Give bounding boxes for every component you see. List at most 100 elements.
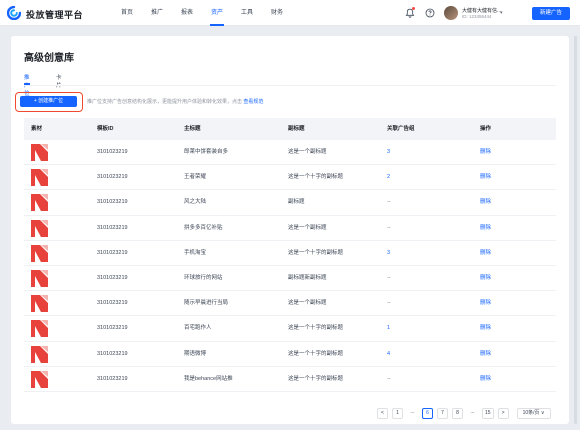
table-header: 素材 模板ID 主标题 副标题 关联广告组 操作 xyxy=(24,118,556,140)
tip-message: 推广位支持广告创意结构化展示，更能提升用户体验和转化效果，点击 xyxy=(87,99,243,105)
top-bar: 投放管理平台 首页 推广 报表 资产 工具 财务 大健有大健有信... ID: 12345… xyxy=(0,0,580,26)
title-cell: 环球旅行的网站 xyxy=(184,274,223,281)
help-icon[interactable] xyxy=(425,8,435,18)
delete-link[interactable]: 删除 xyxy=(480,316,491,341)
ad-groups-cell: -- xyxy=(387,224,391,231)
ad-groups-cell[interactable]: 3 xyxy=(387,241,390,266)
pagination: <1... 6 7 8... 15 >10条/页 ∨ xyxy=(377,408,551,419)
nav-item[interactable]: 资产 xyxy=(202,0,232,26)
view-spec-link[interactable]: 查看规范 xyxy=(243,99,263,105)
app-title: 投放管理平台 xyxy=(26,10,84,20)
page-button[interactable]: 15 xyxy=(482,408,494,419)
title-cell: 手机淘宝 xyxy=(184,249,207,256)
template-id-cell: 3101023219 xyxy=(97,174,128,181)
content-card: 高级创意库 推广位 卡片 + 创建推广位 推广位支持广告创意结构化展示，更能提升… xyxy=(11,36,569,424)
template-id-cell: 3101023219 xyxy=(97,375,128,382)
ad-groups-cell: -- xyxy=(387,300,391,307)
subtitle-cell: 这是一个十字的副标题 xyxy=(288,350,344,357)
pagination-ellipsis: ... xyxy=(407,408,418,419)
template-id-cell: 3101023219 xyxy=(97,199,128,206)
delete-link[interactable]: 删除 xyxy=(480,190,491,215)
ad-groups-cell: -- xyxy=(387,199,391,206)
creative-thumbnail[interactable] xyxy=(31,144,48,161)
column-header: 素材 xyxy=(31,126,43,132)
avatar[interactable] xyxy=(444,6,458,20)
delete-link[interactable]: 删除 xyxy=(480,266,491,291)
prev-page-button[interactable]: < xyxy=(377,408,388,419)
next-page-button[interactable]: > xyxy=(497,408,509,419)
creative-thumbnail[interactable] xyxy=(31,345,48,363)
creative-thumbnail[interactable] xyxy=(31,194,48,212)
ad-groups-cell[interactable]: 1 xyxy=(387,316,390,341)
ad-groups-cell[interactable]: 4 xyxy=(387,342,390,367)
creative-thumbnail[interactable] xyxy=(31,295,48,313)
nav-item[interactable]: 首页 xyxy=(112,0,142,26)
highlight-box: + 创建推广位 xyxy=(15,92,83,112)
nav-item[interactable]: 工具 xyxy=(232,0,262,26)
ad-groups-cell: -- xyxy=(387,375,391,382)
pagination-ellipsis: ... xyxy=(467,408,478,419)
page-button[interactable]: 1 xyxy=(392,408,403,419)
creative-thumbnail[interactable] xyxy=(31,320,48,338)
table-row: 3101023219 郎莱中饼套装自多 这是一个副标题 3 删除 xyxy=(24,140,556,166)
title-cell: 王者荣耀 xyxy=(184,174,207,181)
title-cell: 风之大陆 xyxy=(184,199,207,206)
title-cell: 随示早晨进行当局 xyxy=(184,300,229,307)
creative-thumbnail[interactable] xyxy=(31,169,48,187)
column-header: 关联广告组 xyxy=(387,126,415,132)
logo-icon xyxy=(7,6,21,20)
creative-thumbnail[interactable] xyxy=(31,370,48,388)
ad-groups-cell[interactable]: 2 xyxy=(387,165,390,190)
main-nav: 首页 推广 报表 资产 工具 财务 xyxy=(112,0,292,26)
user-id: ID: 123456444 xyxy=(462,14,492,19)
column-header: 主标题 xyxy=(184,126,201,132)
subtitle-cell: 副标题 xyxy=(288,199,305,206)
table-row: 3101023219 拼多多百亿补贴 这是一个副标题 -- 删除 xyxy=(24,216,556,241)
template-id-cell: 3101023219 xyxy=(97,224,128,231)
table-row: 3101023219 百宅跑作人 这是一个十字的副标题 1 删除 xyxy=(24,316,556,342)
page-button[interactable]: 8 xyxy=(452,408,463,419)
subtitle-cell: 这是一个副标题 xyxy=(288,224,327,231)
nav-item[interactable]: 报表 xyxy=(172,0,202,26)
page-title: 高级创意库 xyxy=(24,53,74,64)
create-promo-slot-button[interactable]: + 创建推广位 xyxy=(20,96,77,107)
template-id-cell: 3101023219 xyxy=(97,300,128,307)
subtitle-cell: 这是一个副标题 xyxy=(288,300,327,307)
delete-link[interactable]: 删除 xyxy=(480,140,491,165)
template-id-cell: 3101023219 xyxy=(97,325,128,332)
delete-link[interactable]: 删除 xyxy=(480,291,491,316)
creative-thumbnail[interactable] xyxy=(31,269,48,287)
column-header: 副标题 xyxy=(288,126,305,132)
table-row: 3101023219 随示早晨进行当局 这是一个副标题 -- 删除 xyxy=(24,291,556,317)
creative-thumbnail[interactable] xyxy=(31,244,48,262)
title-cell: 期语微博 xyxy=(184,350,207,357)
subtitle-cell: 这是一个副标题 xyxy=(288,149,327,155)
scrollbar[interactable] xyxy=(574,36,577,424)
tab-divider xyxy=(24,85,556,86)
ad-groups-cell: -- xyxy=(387,274,391,281)
page-button[interactable]: 6 xyxy=(422,408,433,419)
table-row: 3101023219 风之大陆 副标题 -- 删除 xyxy=(24,190,556,216)
delete-link[interactable]: 删除 xyxy=(480,241,491,266)
page-size-select[interactable]: 10条/页 ∨ xyxy=(516,408,551,419)
creative-thumbnail[interactable] xyxy=(31,219,48,237)
creative-table: 素材 模板ID 主标题 副标题 关联广告组 操作 3101023219 郎莱中饼套装自多 这是… xyxy=(24,118,556,392)
delete-link[interactable]: 删除 xyxy=(480,216,491,241)
nav-item[interactable]: 财务 xyxy=(262,0,292,26)
subtitle-cell: 副标题新副标题 xyxy=(288,274,327,281)
chevron-down-icon[interactable]: ▾ xyxy=(500,10,503,16)
table-row: 3101023219 我是behance网站推 这是一个十字的副标题 -- 删除 xyxy=(24,367,556,392)
tab-card[interactable]: 卡片 xyxy=(56,73,62,89)
ad-groups-cell[interactable]: 3 xyxy=(387,140,390,165)
table-body: 3101023219 郎莱中饼套装自多 这是一个副标题 3 删除 3101023219 王者… xyxy=(24,140,556,392)
delete-link[interactable]: 删除 xyxy=(480,367,491,392)
new-ad-button[interactable]: 新建广告 xyxy=(532,7,570,20)
template-id-cell: 3101023219 xyxy=(97,274,128,281)
delete-link[interactable]: 删除 xyxy=(480,342,491,367)
user-name[interactable]: 大健有大健有信... xyxy=(462,7,501,14)
page-button[interactable]: 7 xyxy=(437,408,448,419)
title-cell: 拼多多百亿补贴 xyxy=(184,224,223,231)
table-row: 3101023219 王者荣耀 这是一个十字的副标题 2 删除 xyxy=(24,165,556,191)
nav-item[interactable]: 推广 xyxy=(142,0,172,26)
delete-link[interactable]: 删除 xyxy=(480,165,491,190)
